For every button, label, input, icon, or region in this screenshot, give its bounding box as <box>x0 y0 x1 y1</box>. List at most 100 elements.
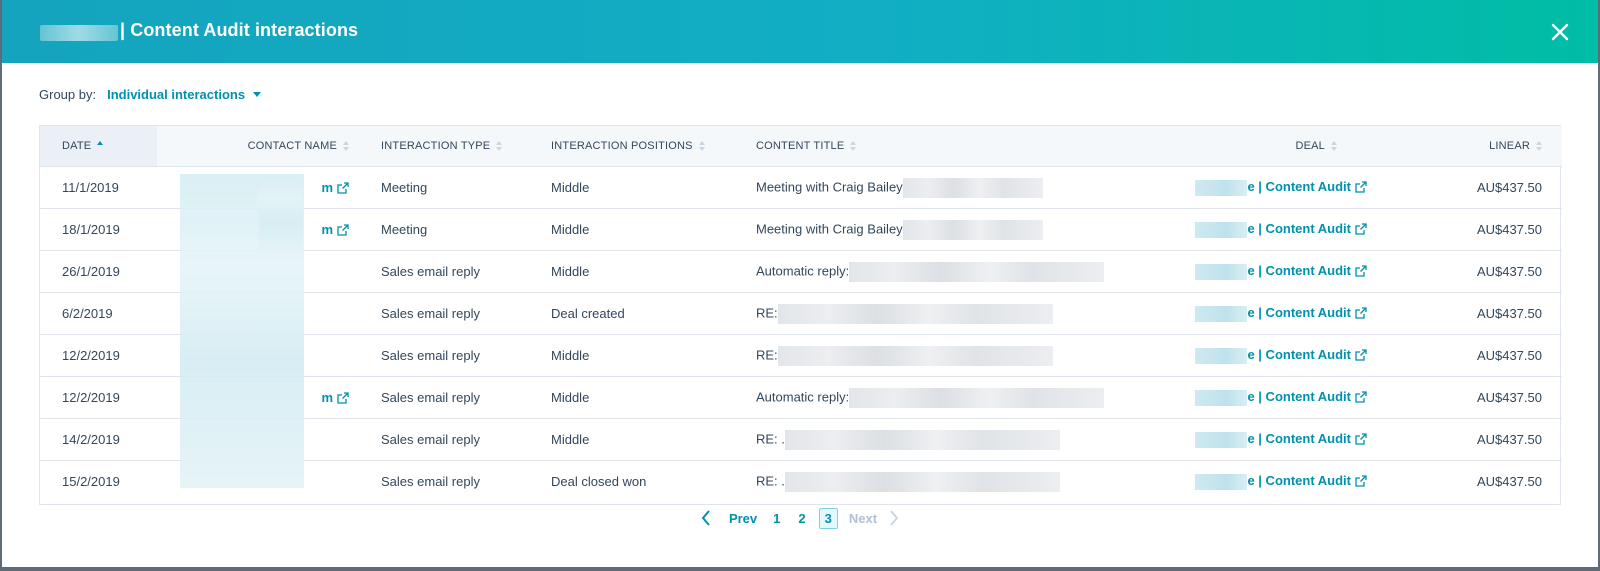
linear-cell: AU$437.50 <box>1397 334 1562 377</box>
column-header-linear[interactable]: LINEAR <box>1397 126 1562 167</box>
external-link-icon <box>1355 307 1367 319</box>
deal-link[interactable]: e | Content Audit <box>1247 263 1351 278</box>
group-by-label: Group by: <box>39 87 97 102</box>
deal-cell[interactable]: e | Content Audit <box>1172 334 1397 377</box>
interaction-position-cell: Deal created <box>537 292 742 335</box>
deal-cell[interactable]: e | Content Audit <box>1172 461 1397 503</box>
redacted-deal-name <box>1195 221 1248 238</box>
column-header-contact-name[interactable]: CONTACT NAME <box>157 126 367 167</box>
date-cell: 12/2/2019 <box>40 376 157 419</box>
sort-icon <box>698 141 705 151</box>
interaction-type-cell: Sales email reply <box>381 474 480 489</box>
deal-cell[interactable]: e | Content Audit <box>1172 250 1397 293</box>
redacted-deal-name <box>1195 347 1248 364</box>
interaction-position-cell: Middle <box>537 376 742 419</box>
redacted-contact-names-secondary <box>259 174 303 254</box>
external-link-icon <box>1355 391 1367 403</box>
column-header-content-title[interactable]: CONTENT TITLE <box>742 126 1172 167</box>
prev-page-button[interactable]: Prev <box>729 511 757 526</box>
external-link-icon <box>337 392 349 404</box>
content-title-text: Automatic reply: <box>756 262 850 278</box>
contact-link[interactable]: m <box>321 390 333 405</box>
column-header-interaction-positions[interactable]: INTERACTION POSITIONS <box>537 126 742 167</box>
deal-link[interactable]: e | Content Audit <box>1247 347 1351 362</box>
page-2-button[interactable]: 2 <box>798 511 805 526</box>
deal-link[interactable]: e | Content Audit <box>1247 431 1351 446</box>
date-cell: 6/2/2019 <box>40 292 157 335</box>
date-cell: 18/1/2019 <box>40 208 157 251</box>
content-title-cell: Meeting with Craig Bailey <box>742 208 1172 251</box>
group-by-dropdown[interactable]: Individual interactions <box>107 87 262 102</box>
deal-link[interactable]: e | Content Audit <box>1247 473 1351 488</box>
content-title-cell: RE: . <box>742 418 1172 461</box>
redacted-content-title <box>777 303 1053 324</box>
interaction-type-cell: Sales email reply <box>367 292 537 335</box>
column-header-date[interactable]: DATE <box>40 126 157 167</box>
group-by-control: Group by: Individual interactions <box>39 87 262 102</box>
sort-icon <box>850 141 857 151</box>
deal-link[interactable]: e | Content Audit <box>1247 179 1351 194</box>
close-button[interactable] <box>1548 20 1572 44</box>
external-link-icon <box>337 224 349 236</box>
date-cell: 15/2/2019 <box>62 474 120 489</box>
redacted-deal-name <box>1195 389 1248 406</box>
redacted-deal-name <box>1195 305 1248 322</box>
interaction-position-cell: Middle <box>537 250 742 293</box>
date-cell: 12/2/2019 <box>40 334 157 377</box>
external-link-icon <box>1355 475 1367 487</box>
interaction-type-cell: Sales email reply <box>367 418 537 461</box>
contact-link[interactable]: m <box>321 222 333 237</box>
sort-icon <box>1536 141 1542 151</box>
modal-header: | Content Audit interactions <box>2 0 1598 63</box>
deal-cell[interactable]: e | Content Audit <box>1172 292 1397 335</box>
linear-cell: AU$437.50 <box>1397 208 1562 251</box>
group-by-value: Individual interactions <box>107 87 246 102</box>
redacted-deal-name <box>1195 263 1248 280</box>
redacted-content-title <box>784 429 1060 450</box>
chevron-left-icon[interactable] <box>700 509 712 527</box>
content-title-cell: RE: . <box>742 461 1172 503</box>
date-cell: 11/1/2019 <box>40 166 157 209</box>
linear-cell: AU$437.50 <box>1397 250 1562 293</box>
redacted-content-title <box>784 471 1060 492</box>
external-link-icon <box>337 182 349 194</box>
date-cell: 26/1/2019 <box>40 250 157 293</box>
sort-icon <box>1331 141 1337 151</box>
interaction-position-cell: Middle <box>537 208 742 251</box>
content-title-text: RE: . <box>756 472 785 488</box>
page-1-button[interactable]: 1 <box>773 511 780 526</box>
deal-cell[interactable]: e | Content Audit <box>1172 208 1397 251</box>
interaction-type-cell: Sales email reply <box>367 250 537 293</box>
deal-link[interactable]: e | Content Audit <box>1247 389 1351 404</box>
deal-link[interactable]: e | Content Audit <box>1247 221 1351 236</box>
redacted-deal-name <box>1195 473 1248 490</box>
redacted-content-title <box>902 219 1043 240</box>
redacted-content-title <box>902 177 1043 198</box>
content-title-cell: Meeting with Craig Bailey <box>742 166 1172 209</box>
interaction-type-cell: Sales email reply <box>367 334 537 377</box>
column-header-interaction-type[interactable]: INTERACTION TYPE <box>367 126 537 167</box>
column-header-deal[interactable]: DEAL <box>1172 126 1397 167</box>
redacted-deal-name <box>1195 179 1248 196</box>
content-title-cell: RE: <box>742 334 1172 377</box>
date-cell: 14/2/2019 <box>40 418 157 461</box>
table-header-row: DATE CONTACT NAME INTERACTION TYPE INTER… <box>40 126 1562 167</box>
sort-ascending-icon <box>97 141 104 151</box>
external-link-icon <box>1355 223 1367 235</box>
content-title-text: Meeting with Craig Bailey <box>756 178 903 194</box>
content-title-cell: Automatic reply: <box>742 250 1172 293</box>
deal-cell[interactable]: e | Content Audit <box>1172 418 1397 461</box>
content-title-text: Automatic reply: <box>756 388 850 404</box>
contact-link[interactable]: m <box>321 180 333 195</box>
content-title-text: RE: <box>756 346 778 362</box>
content-title-text: RE: <box>756 304 778 320</box>
sort-icon <box>343 141 349 151</box>
deal-link[interactable]: e | Content Audit <box>1247 305 1351 320</box>
deal-cell[interactable]: e | Content Audit <box>1172 166 1397 209</box>
page-3-button[interactable]: 3 <box>818 507 838 529</box>
external-link-icon <box>1355 433 1367 445</box>
content-title-cell: Automatic reply: <box>742 376 1172 419</box>
redacted-content-title <box>777 345 1053 366</box>
deal-cell[interactable]: e | Content Audit <box>1172 376 1397 419</box>
interaction-type-cell: Meeting <box>367 166 537 209</box>
